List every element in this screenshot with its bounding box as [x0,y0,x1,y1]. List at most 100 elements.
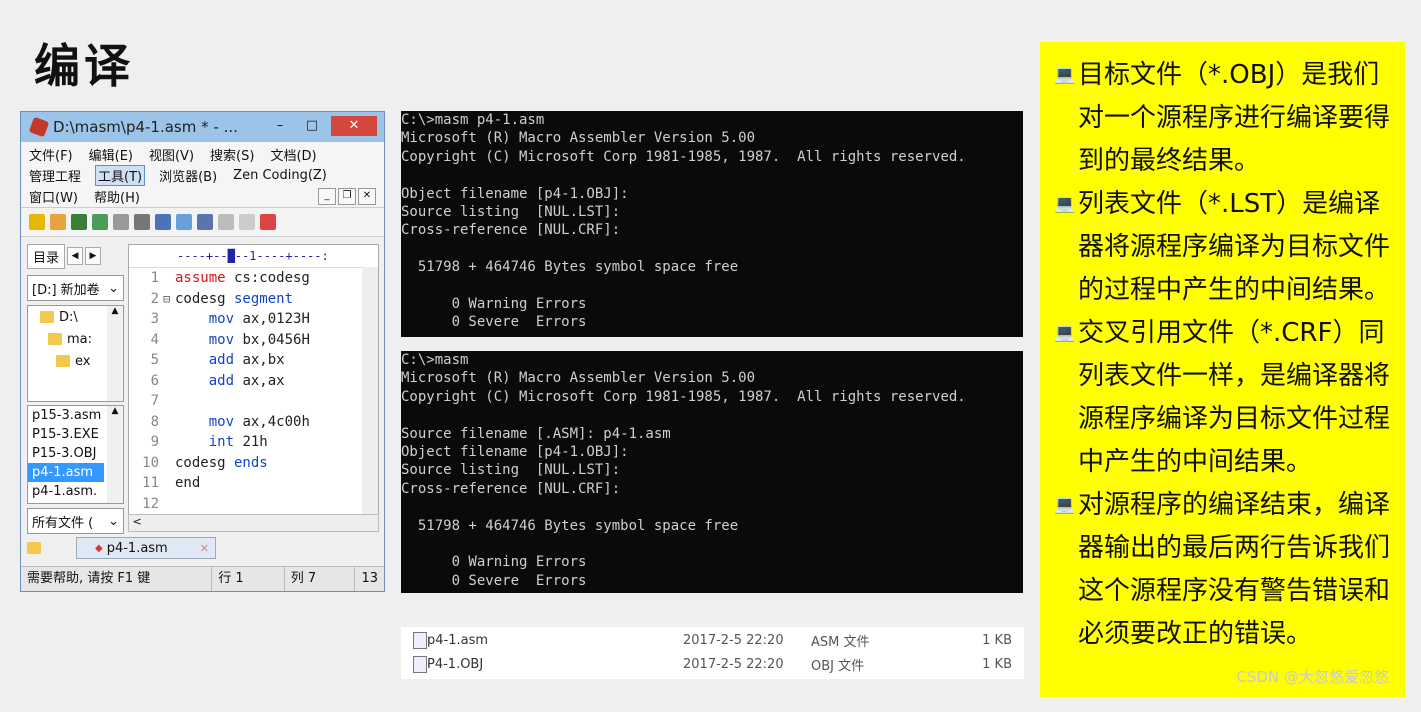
note-item: 💻 交叉引用文件（*.CRF）同列表文件一样，是编译器将源程序编译为目标文件过程中… [1054,312,1391,484]
code-operand: cs:codesg [225,270,310,287]
status-help: 需要帮助, 请按 F1 键 [21,567,213,591]
code-editor[interactable]: ----+--█--1----+----: 1 assume cs:codesg 2… [128,244,379,516]
print-preview-icon[interactable] [113,214,129,230]
file-item[interactable]: p15-3.asm [28,406,104,425]
computer-icon: 💻 [1054,323,1076,343]
close-tab-icon[interactable]: ✕ [200,542,209,555]
menu-item[interactable]: 编辑(E) [87,145,135,164]
open-file-icon[interactable] [50,214,66,230]
drive-select[interactable]: [D:] 新加卷 ⌄ [27,275,124,301]
file-item[interactable]: p4-1.asm. [28,482,104,501]
code-token: mov [175,413,235,430]
minimize-button[interactable]: – [266,116,294,136]
file-item[interactable]: P15-3.OBJ [28,444,104,463]
code-token: add [175,372,235,389]
file-name: p4-1.asm [427,632,489,648]
menu-item[interactable]: 管理工程 [27,166,83,185]
file-list: p15-3.asm P15-3.EXE P15-3.OBJ p4-1.asm p4-1.… [27,405,124,504]
notes-panel: 💻 目标文件（*.OBJ）是我们对一个源程序进行编译要得到的最终结果。 💻 列表文件（… [1040,42,1405,697]
save-icon[interactable] [71,214,87,230]
file-icon [413,655,427,673]
app-icon [28,116,50,138]
paste-icon[interactable] [239,214,255,230]
editor-window: D:\masm\p4-1.asm * - ... – □ ✕ 文件(F) 编辑(E… [20,111,385,592]
new-file-icon[interactable] [29,214,45,230]
menu-item[interactable]: 文件(F) [27,145,75,164]
line-number: 12 [142,495,159,512]
mdi-restore-icon[interactable]: ❐ [338,188,356,205]
code-token: assume [175,270,226,287]
note-text: 目标文件（*.OBJ）是我们对一个源程序进行编译要得到的最终结果。 [1078,60,1391,176]
code-operand: ax,bx [234,352,285,369]
code-operand: ax,ax [234,372,285,389]
note-item: 💻 对源程序的编译结束，编译器输出的最后两行告诉我们这个源程序没有警告错误和必须要… [1054,484,1391,656]
folder-icon [27,542,41,554]
tab-directory[interactable]: 目录 [27,243,66,269]
cut-icon[interactable] [197,214,213,230]
menu-item[interactable]: 帮助(H) [92,187,142,206]
menu-bar: 文件(F) 编辑(E) 视图(V) 搜索(S) 文档(D) 管理工程 工具(T) 浏览器(B… [21,142,384,207]
tree-scrollbar[interactable]: ▲ [107,306,123,401]
code-line: 4 mov bx,0456H [129,330,378,351]
tab-next-icon[interactable]: ▶ [85,247,102,265]
file-explorer-list: p4-1.asm 2017-2-5 22:20 ASM 文件 1 KB P4-1.OBJ… [401,627,1024,679]
code-horizontal-scrollbar[interactable]: < [128,514,379,532]
tree-item-label: ma: [67,331,93,347]
title-bar[interactable]: D:\masm\p4-1.asm * - ... – □ ✕ [21,112,384,142]
code-token: end [175,475,201,492]
file-list-scrollbar[interactable]: ▲ [107,406,123,503]
menu-item[interactable]: 窗口(W) [27,187,80,206]
file-item[interactable]: p4-1.asm [28,463,104,482]
refresh-icon[interactable] [176,214,192,230]
fold-icon[interactable]: ⊟ [163,292,175,306]
folder-tree: D:\ ma: ex ▲ [27,305,124,402]
chevron-down-icon: ⌄ [108,513,119,529]
watermark: CSDN @大忽悠爱忽悠 [1236,668,1389,686]
menu-item[interactable]: 工具(T) [95,165,146,186]
file-date: 2017-2-5 22:20 [683,632,784,648]
menu-item[interactable]: 文档(D) [268,145,318,164]
file-size: 1 KB [982,656,1012,672]
maximize-button[interactable]: □ [298,116,326,136]
code-token: add [175,352,235,369]
code-operand: 21h [234,434,268,451]
left-panel: 目录 ◀ ▶ [D:] 新加卷 ⌄ D:\ ma: ex ▲ p15-3.asm P15… [27,243,124,534]
file-filter-select[interactable]: 所有文件 ( ⌄ [27,508,124,534]
file-item[interactable]: P15-3.EXE [28,425,104,444]
menu-item[interactable]: 浏览器(B) [157,166,219,185]
note-text: 对源程序的编译结束，编译器输出的最后两行告诉我们这个源程序没有警告错误和必须要改… [1078,490,1391,649]
tab-p4-1-asm[interactable]: ◆ p4-1.asm ✕ [76,537,216,559]
tree-item-label: ex [75,353,91,369]
code-line: 2 ⊟ codesg segment [129,289,378,310]
save-all-icon[interactable] [92,214,108,230]
file-icon [413,631,427,649]
delete-icon[interactable] [260,214,276,230]
folder-icon [48,333,62,345]
code-line: 5 add ax,bx [129,350,378,371]
menu-item[interactable]: Zen Coding(Z) [231,168,329,183]
mdi-close-icon[interactable]: ✕ [358,188,376,205]
tab-prev-icon[interactable]: ◀ [67,247,84,265]
spellcheck-icon[interactable] [155,214,171,230]
file-filter-value: 所有文件 ( [32,515,94,531]
file-date: 2017-2-5 22:20 [683,656,784,672]
drive-select-value: [D:] 新加卷 [32,282,100,298]
folder-icon [40,311,54,323]
code-operand: ends [225,454,268,471]
copy-icon[interactable] [218,214,234,230]
computer-icon: 💻 [1054,194,1076,214]
code-scrollbar[interactable] [362,267,378,515]
menu-item[interactable]: 视图(V) [147,145,196,164]
print-icon[interactable] [134,214,150,230]
code-operand: bx,0456H [234,331,310,348]
file-row[interactable]: P4-1.OBJ 2017-2-5 22:20 OBJ 文件 1 KB [401,653,1024,675]
computer-icon: 💻 [1054,495,1076,515]
file-size: 1 KB [982,632,1012,648]
status-bar: 需要帮助, 请按 F1 键 行 1 列 7 13 [21,566,384,591]
close-button[interactable]: ✕ [331,116,377,136]
file-type: OBJ 文件 [811,658,865,674]
mdi-minimize-icon[interactable]: _ [318,188,336,205]
menu-item[interactable]: 搜索(S) [208,145,256,164]
file-row[interactable]: p4-1.asm 2017-2-5 22:20 ASM 文件 1 KB [401,629,1024,651]
code-operand: ax,0123H [234,311,310,328]
